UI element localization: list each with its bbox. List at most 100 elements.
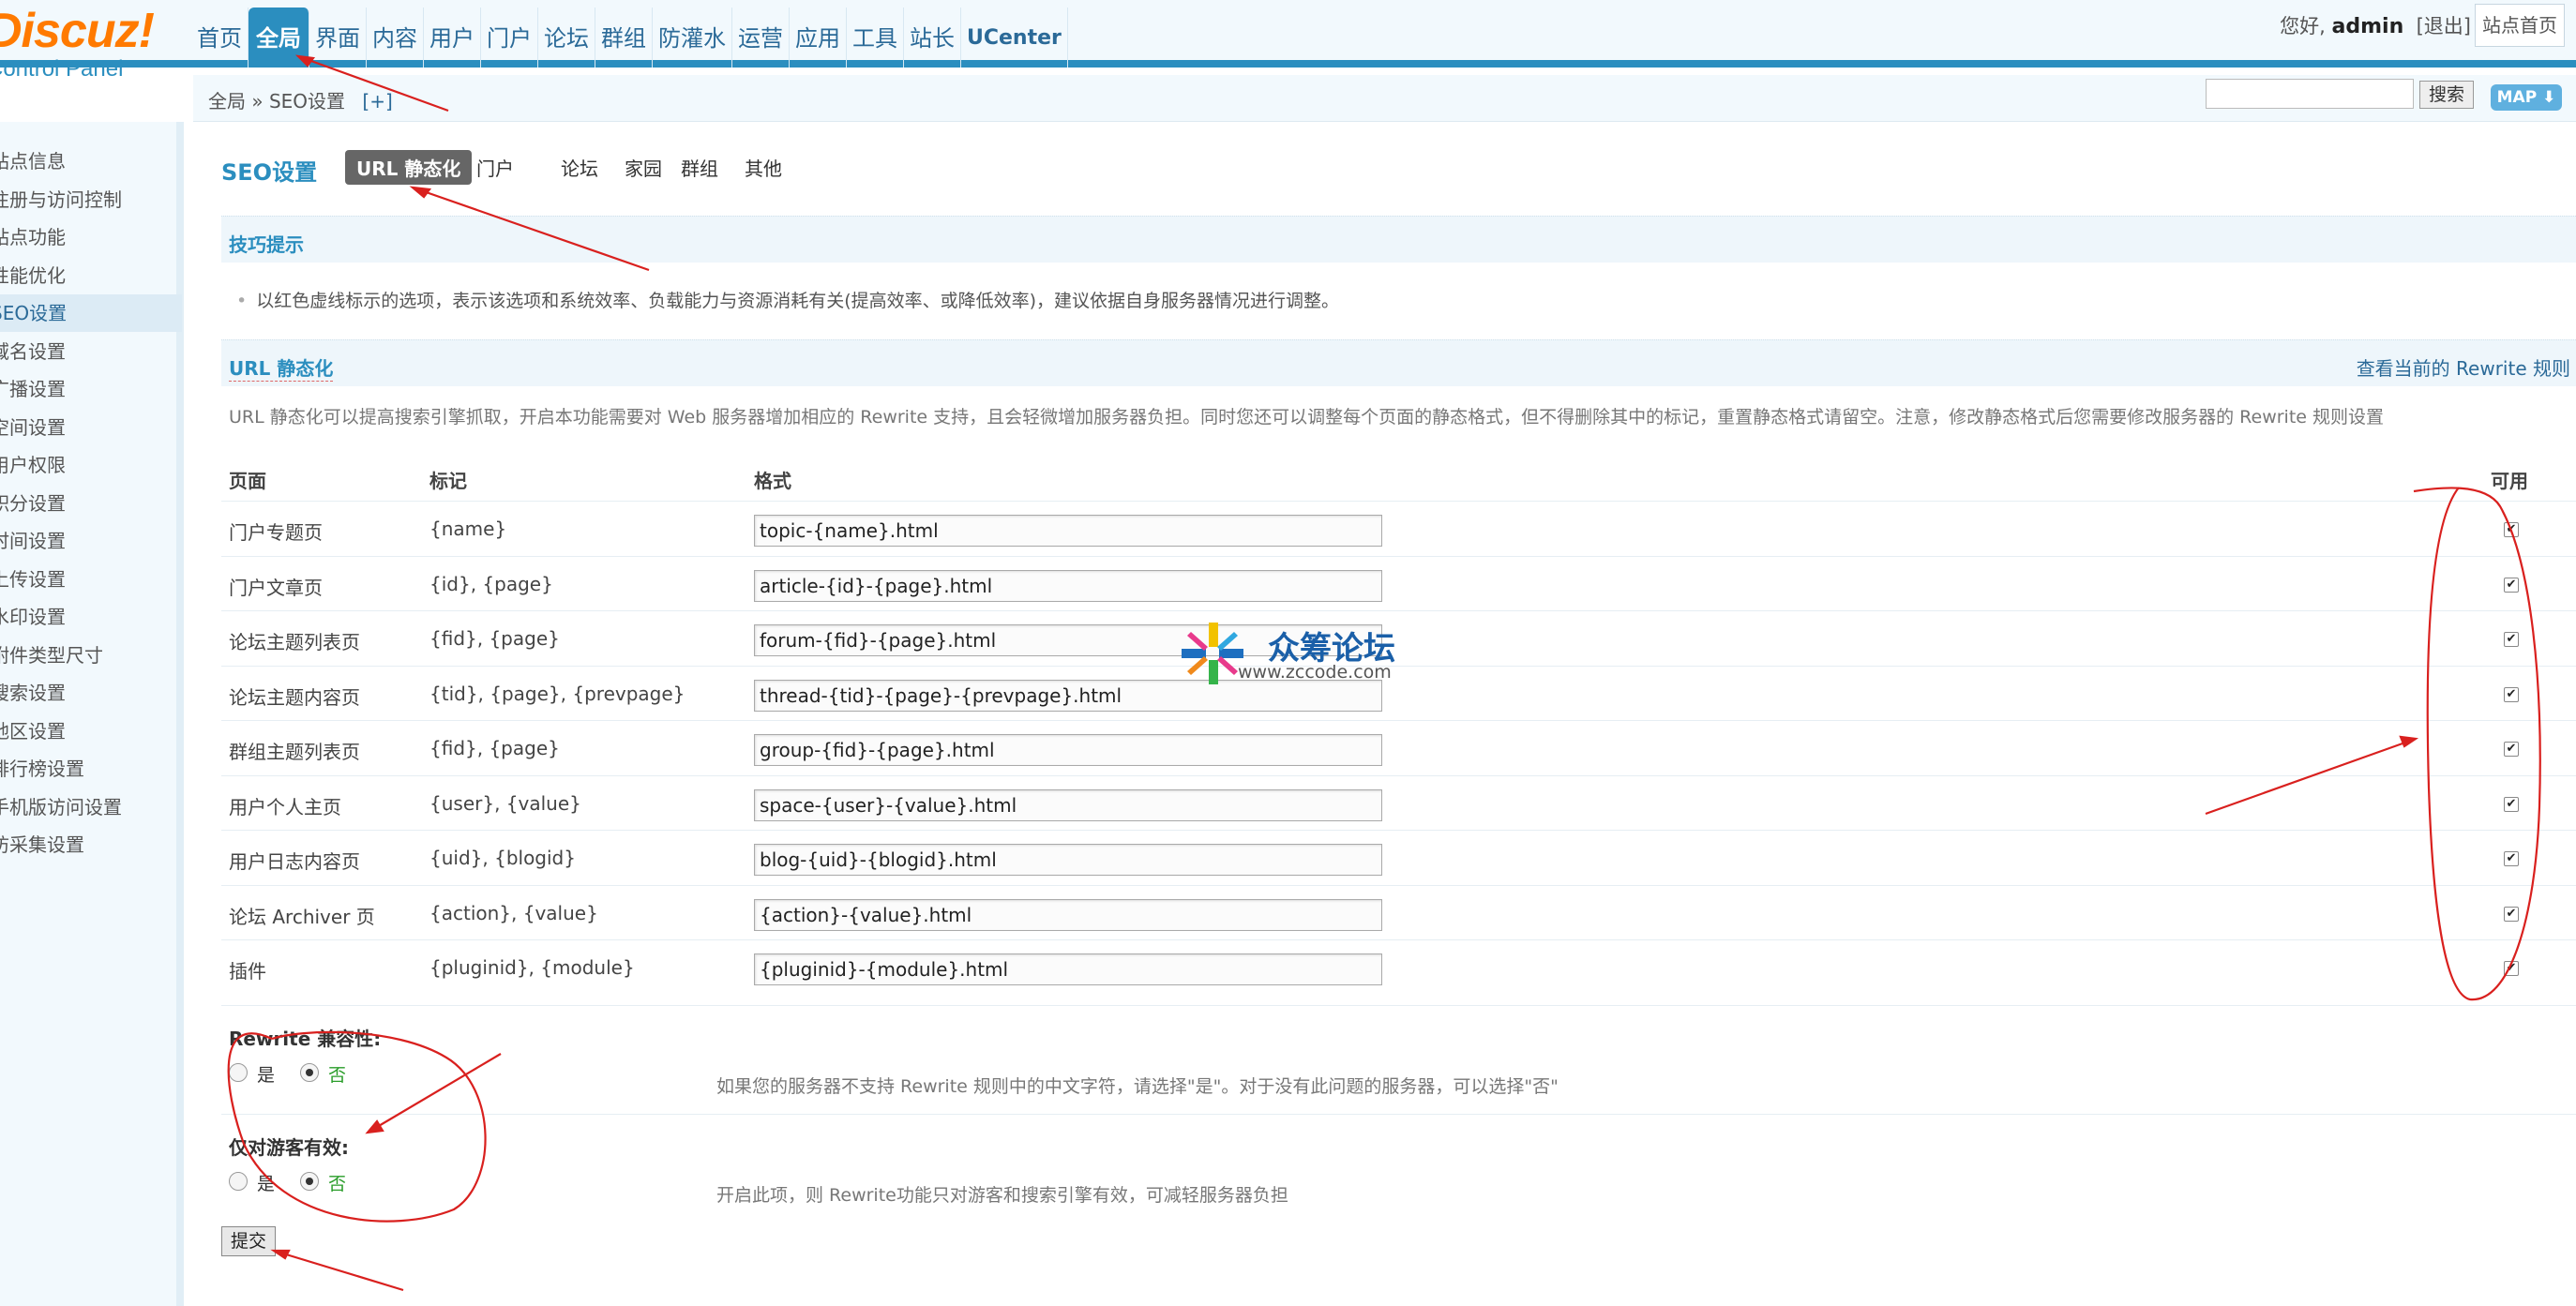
divider: [221, 1114, 2576, 1115]
sidebar-item-16[interactable]: 排行榜设置: [0, 750, 182, 788]
row-enabled-checkbox[interactable]: ✔: [2504, 796, 2519, 812]
tips-text-content: 以红色虚线标示的选项，表示该选项和系统效率、负载能力与资源消耗有关(提高效率、或…: [256, 291, 1340, 311]
nav-item-7[interactable]: 群组: [595, 8, 653, 68]
sidebar: 站点信息注册与访问控制站点功能性能优化SEO设置域名设置广播设置空间设置用户权限…: [0, 122, 184, 1306]
row-page: 用户日志内容页: [229, 850, 360, 873]
row-enabled-checkbox[interactable]: ✔: [2504, 906, 2519, 922]
tab-0[interactable]: URL 静态化: [345, 150, 473, 185]
sidebar-item-9[interactable]: 积分设置: [0, 485, 182, 522]
sidebar-item-10[interactable]: 时间设置: [0, 522, 182, 560]
guest-only-no-radio[interactable]: [300, 1172, 319, 1191]
tab-3[interactable]: 家园: [613, 150, 673, 185]
row-page: 用户个人主页: [229, 795, 341, 818]
guest-only-label: 仅对游客有效:: [229, 1136, 349, 1159]
table-row: 群组主题列表页 {fid}, {page} group-{fid}-{page}.h…: [221, 720, 2576, 774]
row-format-input[interactable]: {action}-{value}.html: [754, 898, 1382, 931]
row-format-input[interactable]: space-{user}-{value}.html: [754, 788, 1382, 821]
rewrite-compat-no-radio[interactable]: [300, 1063, 319, 1082]
tab-2[interactable]: 论坛: [550, 150, 610, 185]
logout-link[interactable]: [退出]: [2417, 15, 2471, 38]
row-mark: {id}, {page}: [429, 572, 553, 595]
sidebar-item-14[interactable]: 搜索设置: [0, 674, 182, 712]
table-row: 插件 {pluginid}, {module} {pluginid}-{module…: [221, 939, 2576, 994]
view-rewrite-rules-link[interactable]: 查看当前的 Rewrite 规则: [2357, 353, 2570, 381]
sidebar-item-3[interactable]: 性能优化: [0, 257, 182, 294]
nav-item-4[interactable]: 用户: [424, 8, 481, 68]
row-format-input[interactable]: blog-{uid}-{blogid}.html: [754, 844, 1382, 876]
add-shortcut-link[interactable]: [+]: [362, 90, 392, 113]
sidebar-item-0[interactable]: 站点信息: [0, 143, 182, 180]
username: admin: [2331, 15, 2404, 38]
search-input[interactable]: [2206, 79, 2414, 109]
url-static-description: URL 静态化可以提高搜索引擎抓取，开启本功能需要对 Web 服务器增加相应的 …: [229, 407, 2385, 428]
row-page: 论坛主题内容页: [229, 685, 360, 709]
table-row: 用户个人主页 {user}, {value} space-{user}-{value…: [221, 774, 2576, 830]
sidebar-item-13[interactable]: 附件类型尺寸: [0, 637, 182, 674]
sidebar-item-7[interactable]: 空间设置: [0, 409, 182, 446]
col-page-header: 页面: [229, 470, 266, 492]
nav-item-1[interactable]: 全局: [249, 8, 309, 68]
table-row: 用户日志内容页 {uid}, {blogid} blog-{uid}-{blogid…: [221, 830, 2576, 884]
sidebar-item-17[interactable]: 手机版访问设置: [0, 788, 182, 826]
col-mark-header: 标记: [429, 470, 467, 492]
sidebar-item-15[interactable]: 地区设置: [0, 713, 182, 750]
row-enabled-checkbox[interactable]: ✔: [2504, 851, 2519, 866]
row-enabled-checkbox[interactable]: ✔: [2504, 961, 2519, 976]
sidebar-item-5[interactable]: 域名设置: [0, 333, 182, 370]
sidebar-item-1[interactable]: 注册与访问控制: [0, 181, 182, 218]
site-home-button[interactable]: 站点首页: [2475, 4, 2565, 47]
nav-item-9[interactable]: 运营: [732, 8, 790, 68]
table-row: 论坛 Archiver 页 {action}, {value} {action}-{…: [221, 884, 2576, 939]
nav-item-0[interactable]: 首页: [191, 8, 249, 68]
page-title: SEO设置: [221, 159, 318, 186]
row-enabled-checkbox[interactable]: ✔: [2504, 577, 2519, 593]
row-page: 论坛 Archiver 页: [229, 905, 375, 928]
sidebar-item-2[interactable]: 站点功能: [0, 218, 182, 256]
sidebar-item-12[interactable]: 水印设置: [0, 598, 182, 636]
breadcrumb: 全局 » SEO设置 [+]: [208, 86, 393, 113]
nav-item-10[interactable]: 应用: [790, 8, 847, 68]
sidebar-item-8[interactable]: 用户权限: [0, 446, 182, 484]
guest-only-yes-radio[interactable]: [229, 1172, 248, 1191]
divider: [221, 1005, 2576, 1006]
greeting-text: 您好,: [2280, 15, 2326, 38]
nav-item-12[interactable]: 站长: [904, 8, 961, 68]
nav-item-8[interactable]: 防灌水: [653, 8, 732, 68]
breadcrumb-path: 全局 » SEO设置: [208, 90, 346, 113]
row-page: 群组主题列表页: [229, 741, 360, 763]
row-page: 插件: [229, 960, 266, 983]
nav-item-2[interactable]: 界面: [309, 8, 367, 68]
nav-item-11[interactable]: 工具: [847, 8, 904, 68]
row-mark: {name}: [429, 518, 507, 540]
sidebar-item-18[interactable]: 防采集设置: [0, 826, 182, 863]
row-format-input[interactable]: article-{id}-{page}.html: [754, 569, 1382, 602]
map-button[interactable]: MAP ⬇: [2491, 84, 2562, 111]
tab-1[interactable]: 门户: [465, 150, 525, 185]
row-mark: {tid}, {page}, {prevpage}: [429, 682, 685, 705]
watermark: 众筹论坛 www.zccode.com: [1180, 621, 1405, 686]
row-format-input[interactable]: {pluginid}-{module}.html: [754, 953, 1382, 985]
row-enabled-checkbox[interactable]: ✔: [2504, 632, 2519, 647]
rewrite-compat-note: 如果您的服务器不支持 Rewrite 规则中的中文字符，请选择"是"。对于没有此…: [716, 1076, 1559, 1097]
nav-item-13[interactable]: UCenter: [961, 8, 1068, 68]
nav-item-3[interactable]: 内容: [367, 8, 424, 68]
row-enabled-checkbox[interactable]: ✔: [2504, 522, 2519, 537]
sidebar-item-11[interactable]: 上传设置: [0, 561, 182, 598]
row-enabled-checkbox[interactable]: ✔: [2504, 686, 2519, 702]
search-button[interactable]: 搜索: [2419, 81, 2474, 109]
row-format-input[interactable]: group-{fid}-{page}.html: [754, 734, 1382, 766]
tab-5[interactable]: 其他: [733, 150, 793, 185]
url-static-bar: URL 静态化 查看当前的 Rewrite 规则: [221, 339, 2576, 386]
tips-title: 技巧提示: [229, 233, 304, 256]
row-enabled-checkbox[interactable]: ✔: [2504, 742, 2519, 757]
rewrite-compat-yes-radio[interactable]: [229, 1063, 248, 1082]
row-format-input[interactable]: topic-{name}.html: [754, 515, 1382, 547]
nav-item-6[interactable]: 论坛: [538, 8, 595, 68]
discuz-logo[interactable]: Discuz! Control Panel: [0, 4, 155, 83]
submit-button[interactable]: 提交: [221, 1226, 276, 1256]
nav-item-5[interactable]: 门户: [481, 8, 538, 68]
tab-4[interactable]: 群组: [670, 150, 730, 185]
guest-only-options: 是 否: [229, 1170, 416, 1198]
sidebar-item-6[interactable]: 广播设置: [0, 370, 182, 408]
sidebar-item-4[interactable]: SEO设置: [0, 294, 182, 332]
